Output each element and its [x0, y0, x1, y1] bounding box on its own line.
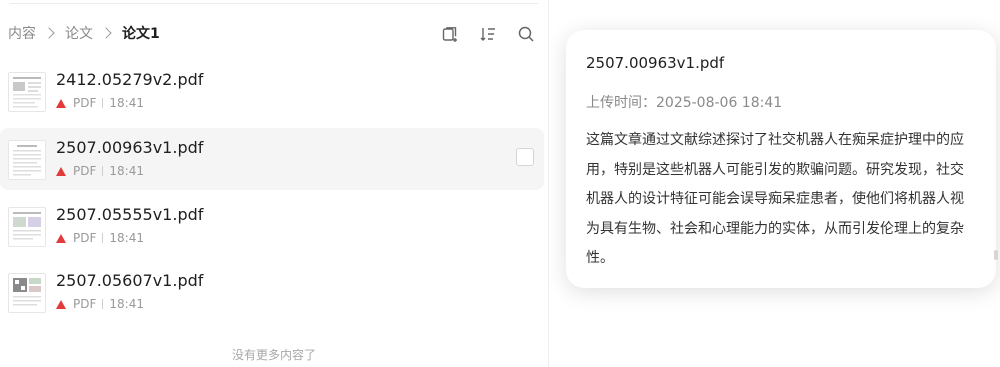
sort-icon — [480, 28, 495, 41]
file-meta: PDF 18:41 — [56, 297, 144, 311]
meta-divider — [102, 299, 104, 309]
meta-divider — [102, 98, 104, 108]
file-time: 18:41 — [109, 297, 144, 311]
sort-button[interactable] — [476, 22, 500, 46]
file-meta: PDF 18:41 — [56, 231, 144, 245]
pdf-thumbnail — [8, 273, 46, 313]
pdf-icon — [56, 233, 66, 243]
search-button[interactable] — [514, 22, 538, 46]
pdf-thumbnail — [8, 140, 46, 180]
meta-divider — [102, 233, 104, 243]
pdf-icon — [56, 166, 66, 176]
file-name: 2507.05555v1.pdf — [56, 205, 204, 224]
file-type: PDF — [73, 164, 97, 178]
new-folder-button[interactable] — [438, 22, 462, 46]
file-preview-popover: 2507.00963v1.pdf 上传时间：2025-08-06 18:41 这… — [566, 30, 996, 288]
file-name: 2507.05607v1.pdf — [56, 271, 204, 290]
file-name: 2412.05279v2.pdf — [56, 70, 204, 89]
top-divider — [10, 3, 538, 4]
upload-time: 上传时间：2025-08-06 18:41 — [586, 95, 783, 111]
pdf-thumbnail — [8, 207, 46, 247]
pane-divider — [548, 0, 549, 367]
file-summary: 这篇文章通过文献综述探讨了社交机器人在痴呆症护理中的应用，特别是这些机器人可能引… — [586, 132, 964, 266]
breadcrumb-item-papers[interactable]: 论文 — [65, 23, 93, 43]
file-time: 18:41 — [109, 96, 144, 110]
file-type: PDF — [73, 297, 97, 311]
file-type: PDF — [73, 96, 97, 110]
breadcrumb: 内容 论文 论文1 — [8, 22, 160, 44]
file-meta: PDF 18:41 — [56, 164, 144, 178]
pdf-icon — [56, 299, 66, 309]
file-time: 18:41 — [109, 231, 144, 245]
file-row[interactable]: 2412.05279v2.pdf PDF 18:41 — [0, 60, 544, 122]
search-icon — [518, 26, 534, 42]
file-time: 18:41 — [109, 164, 144, 178]
breadcrumb-item-content[interactable]: 内容 — [8, 23, 36, 43]
meta-divider — [102, 166, 104, 176]
popover-title: 2507.00963v1.pdf — [586, 54, 725, 72]
pdf-icon — [56, 98, 66, 108]
toolbar — [438, 22, 538, 46]
file-row[interactable]: 2507.05607v1.pdf PDF 18:41 — [0, 261, 544, 323]
pdf-thumbnail — [8, 72, 46, 112]
chevron-right-icon — [100, 27, 112, 39]
breadcrumb-item-current: 论文1 — [122, 26, 160, 42]
scroll-handle[interactable] — [994, 250, 998, 260]
chevron-right-icon — [43, 27, 55, 39]
select-checkbox[interactable] — [516, 148, 534, 166]
file-name: 2507.00963v1.pdf — [56, 138, 204, 157]
end-of-list-note: 没有更多内容了 — [231, 348, 316, 362]
file-meta: PDF 18:41 — [56, 96, 144, 110]
new-folder-icon — [442, 27, 457, 42]
file-row[interactable]: 2507.05555v1.pdf PDF 18:41 — [0, 195, 544, 257]
file-browser-pane: 内容 论文 论文1 2412.05279v2.pdf PDF 18:41 250… — [0, 0, 548, 367]
file-row[interactable]: 2507.00963v1.pdf PDF 18:41 — [0, 128, 544, 190]
file-type: PDF — [73, 231, 97, 245]
